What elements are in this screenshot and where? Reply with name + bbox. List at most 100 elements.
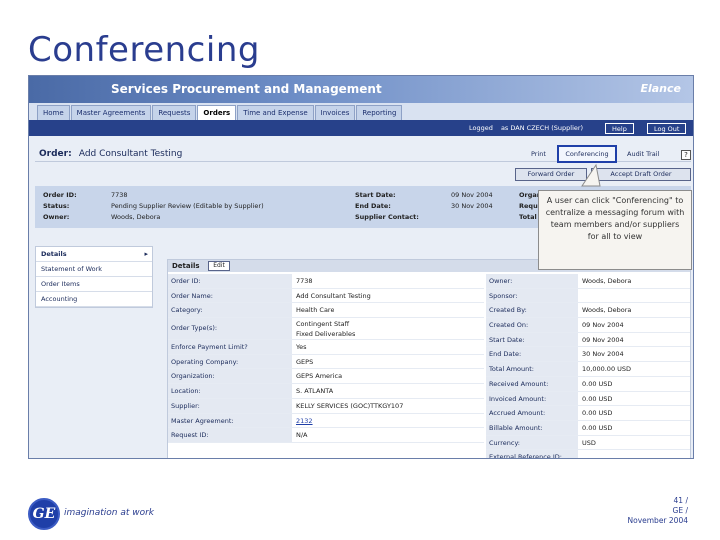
right-value: Woods, Debora — [582, 306, 632, 315]
right-label: Received Amount: — [486, 376, 578, 391]
conferencing-link[interactable]: Conferencing — [557, 145, 617, 163]
left-label: Request ID: — [168, 428, 292, 442]
left-label: Order Type(s): — [168, 318, 292, 340]
tab-time-and-expense[interactable]: Time and Expense — [237, 105, 314, 120]
left-value: N/A — [296, 431, 308, 440]
left-label: Order ID: — [168, 274, 292, 288]
left-row: Location: S. ATLANTA — [168, 384, 484, 399]
left-row: Category: Health Care — [168, 303, 484, 319]
right-row: End Date: 30 Nov 2004 — [486, 347, 690, 363]
summary-order-id: 7738 — [111, 191, 128, 199]
order-title-label: Order: — [39, 149, 72, 159]
left-label: Operating Company: — [168, 354, 292, 369]
details-right-column: Owner: Woods, Debora Sponsor: Created By: Wo… — [486, 274, 690, 458]
tab-master-agreements[interactable]: Master Agreements — [70, 105, 152, 120]
right-value: 30 Nov 2004 — [582, 350, 624, 359]
summary-supplier-contact-label: Supplier Contact: — [355, 213, 419, 221]
left-row: Order ID: 7738 — [168, 274, 484, 289]
right-value — [578, 289, 582, 303]
right-row: Accrued Amount: 0.00 USD — [486, 406, 690, 421]
callout-note: A user can click "Conferencing" to centr… — [538, 190, 692, 270]
right-label: Billable Amount: — [486, 420, 578, 435]
right-label: External Reference ID: — [486, 450, 578, 458]
right-row: External Reference ID: — [486, 450, 690, 458]
order-title: Order: Add Consultant Testing — [39, 149, 182, 159]
left-row: Request ID: N/A — [168, 428, 484, 443]
slide-title: Conferencing — [28, 30, 260, 70]
right-row: Billable Amount: 0.00 USD — [486, 420, 690, 436]
right-value: 0.00 USD — [582, 394, 613, 403]
forward-order-button[interactable]: Forward Order — [515, 168, 587, 181]
right-value: 09 Nov 2004 — [582, 335, 624, 344]
side-nav-statement-of-work[interactable]: Statement of Work — [36, 262, 152, 277]
side-nav-details[interactable]: Details ▸ — [36, 247, 152, 262]
logged-label: Logged — [469, 124, 493, 132]
accept-draft-order-button[interactable]: Accept Draft Order — [591, 168, 691, 181]
help-button[interactable]: Help — [605, 123, 634, 134]
left-row: Enforce Payment Limit? Yes — [168, 340, 484, 355]
left-value: Add Consultant Testing — [296, 291, 371, 300]
right-label: Owner: — [486, 274, 578, 288]
tab-home[interactable]: Home — [37, 105, 70, 120]
right-value: 10,000.00 USD — [582, 365, 632, 374]
summary-owner-label: Owner: — [43, 213, 70, 221]
tab-orders[interactable]: Orders — [197, 105, 237, 120]
audit-trail-link[interactable]: Audit Trail — [627, 150, 659, 158]
summary-start-date-label: Start Date: — [355, 191, 396, 199]
left-row: Operating Company: GEPS — [168, 354, 484, 370]
left-value: Contingent Staff Fixed Deliverables — [296, 320, 356, 339]
help-icon[interactable]: ? — [681, 150, 691, 160]
side-nav-accounting[interactable]: Accounting — [36, 292, 152, 307]
left-value: GEPS — [296, 357, 314, 366]
right-label: Start Date: — [486, 332, 578, 347]
left-row: Organization: GEPS America — [168, 369, 484, 385]
right-value: 0.00 USD — [582, 409, 613, 418]
app-title: Services Procurement and Management — [111, 82, 382, 96]
left-value: 7738 — [296, 277, 313, 285]
left-row: Master Agreement: 2132 — [168, 413, 484, 429]
left-label: Organization: — [168, 369, 292, 384]
app-banner: Services Procurement and Management Elan… — [29, 76, 693, 103]
side-nav-order-items[interactable]: Order Items — [36, 277, 152, 292]
left-label: Supplier: — [168, 398, 292, 413]
edit-button[interactable]: Edit — [208, 261, 230, 271]
left-row: Order Name: Add Consultant Testing — [168, 288, 484, 304]
summary-order-id-label: Order ID: — [43, 191, 77, 199]
print-link[interactable]: Print — [531, 150, 546, 158]
details-title: Details — [172, 262, 200, 270]
side-nav-details-label: Details — [41, 250, 67, 258]
right-value: 09 Nov 2004 — [582, 321, 624, 330]
right-label: Sponsor: — [486, 288, 578, 303]
tab-requests[interactable]: Requests — [152, 105, 197, 120]
footer-page-info: 41 / GE / November 2004 — [628, 496, 689, 526]
right-row: Invoiced Amount: 0.00 USD — [486, 391, 690, 407]
right-label: End Date: — [486, 347, 578, 362]
right-label: Invoiced Amount: — [486, 391, 578, 406]
page-number: 41 / — [673, 496, 688, 505]
order-title-name: Add Consultant Testing — [78, 149, 183, 159]
logged-user: as DAN CZECH (Supplier) — [500, 124, 584, 132]
right-value: 0.00 USD — [582, 423, 613, 432]
right-label: Accrued Amount: — [486, 406, 578, 420]
logout-button[interactable]: Log Out — [647, 123, 687, 134]
footer-date: November 2004 — [627, 516, 689, 525]
right-value: USD — [582, 438, 596, 447]
summary-end-date: 30 Nov 2004 — [451, 202, 493, 210]
master-agreement-link[interactable]: 2132 — [292, 414, 313, 428]
summary-total-label: Total — [519, 213, 537, 221]
summary-start-date: 09 Nov 2004 — [451, 191, 493, 199]
left-label: Enforce Payment Limit? — [168, 340, 292, 354]
left-label: Category: — [168, 303, 292, 318]
side-nav: Details ▸ Statement of Work Order Items … — [35, 246, 153, 308]
tab-reporting[interactable]: Reporting — [356, 105, 403, 120]
left-value: GEPS America — [296, 372, 343, 381]
left-value: Yes — [296, 343, 307, 352]
left-row: Order Type(s): Contingent Staff Fixed Del… — [168, 318, 484, 341]
summary-end-date-label: End Date: — [355, 202, 391, 210]
right-row: Owner: Woods, Debora — [486, 274, 690, 289]
left-label: Location: — [168, 384, 292, 398]
right-row: Total Amount: 10,000.00 USD — [486, 362, 690, 377]
ge-logo: GE — [28, 498, 60, 530]
footer-org: GE / — [672, 506, 688, 515]
tab-invoices[interactable]: Invoices — [314, 105, 356, 120]
